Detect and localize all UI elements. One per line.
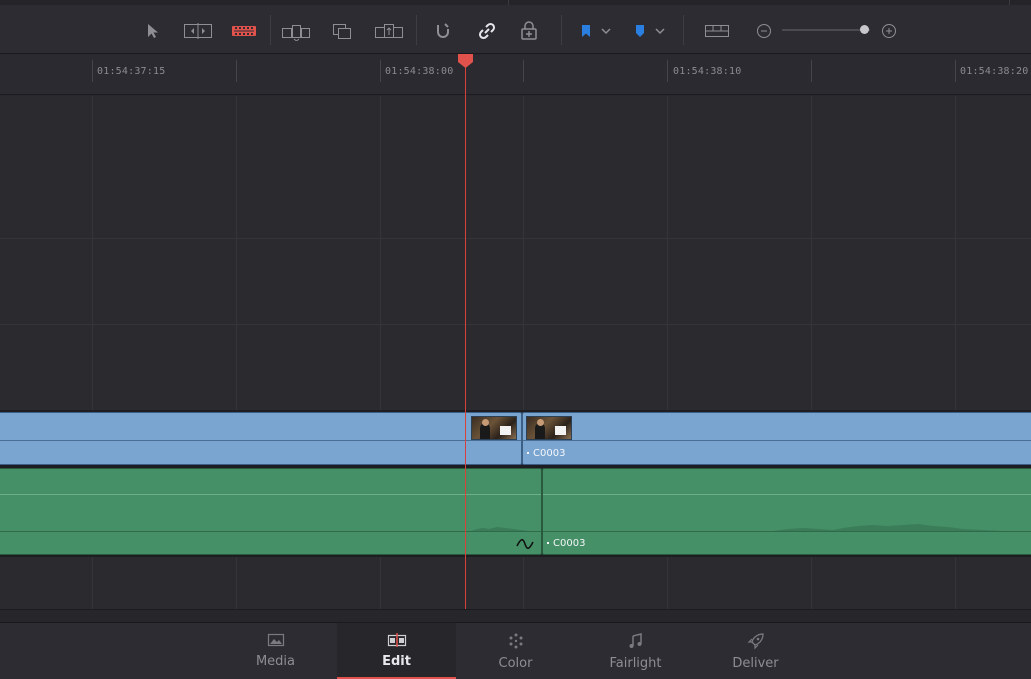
ruler-timecode: 01:54:38:20 <box>960 66 1029 77</box>
ruler-timecode: 01:54:38:10 <box>673 66 742 77</box>
insert-clip-button[interactable] <box>281 18 311 44</box>
media-page-icon <box>267 633 284 647</box>
trim-edit-mode-button[interactable] <box>183 18 213 44</box>
zoom-in-icon <box>882 24 896 38</box>
marker-icon <box>636 25 644 37</box>
deliver-page-icon <box>747 633 764 650</box>
ruler-tick <box>380 60 381 82</box>
zoom-slider-handle[interactable] <box>860 25 869 34</box>
audio-waveform <box>773 524 1003 531</box>
position-lock-button[interactable] <box>518 18 540 44</box>
page-tab-label: Media <box>255 654 296 669</box>
timeline-scroll-area[interactable] <box>0 609 1031 622</box>
video-clip[interactable]: C0003 <box>522 412 1031 465</box>
zoom-out-button[interactable] <box>755 18 773 44</box>
snapping-icon <box>437 23 449 38</box>
chevron-down-icon <box>601 28 611 35</box>
blade-edit-mode-button[interactable] <box>231 18 257 44</box>
page-tab-label: Fairlight <box>609 656 662 671</box>
snapping-button[interactable] <box>432 18 454 44</box>
clip-thumbnail <box>471 416 517 440</box>
page-tab-label: Color <box>498 656 533 671</box>
track-divider <box>0 238 1031 239</box>
audio-clip[interactable]: C0003 <box>542 468 1031 555</box>
page-tab-media[interactable]: Media <box>216 623 335 679</box>
selection-mode-button[interactable] <box>143 18 163 44</box>
audio-fade-curve-icon[interactable] <box>515 536 535 552</box>
timecode-ruler[interactable]: 01:54:37:15 01:54:38:00 01:54:38:10 01:5… <box>0 55 1031 95</box>
chevron-down-icon <box>655 28 665 35</box>
track-divider <box>0 324 1031 325</box>
overwrite-clip-button[interactable] <box>331 18 353 44</box>
ruler-tick <box>955 60 956 82</box>
clip-name: C0003 <box>527 448 565 459</box>
clip-divider <box>0 440 521 441</box>
toolbar-top-strip <box>0 0 1031 5</box>
clip-thumbnail <box>526 416 572 440</box>
page-tab-fairlight[interactable]: Fairlight <box>576 623 695 679</box>
panel-divider <box>508 0 509 5</box>
page-tab-label: Deliver <box>732 656 779 671</box>
flag-dropdown-button[interactable] <box>578 18 614 44</box>
insert-clip-icon <box>282 25 310 41</box>
ruler-timecode: 01:54:37:15 <box>97 66 166 77</box>
toolbar-separator <box>561 15 562 45</box>
overwrite-clip-icon <box>333 24 351 39</box>
replace-clip-button[interactable] <box>374 18 404 44</box>
timeline-view-options-icon <box>705 25 729 37</box>
playhead-handle-icon[interactable] <box>458 54 473 69</box>
page-tab-color[interactable]: Color <box>456 623 575 679</box>
toolbar-separator <box>416 15 417 45</box>
flag-icon <box>582 25 590 37</box>
trim-edit-mode-icon <box>184 23 212 39</box>
ruler-tick <box>236 60 237 82</box>
page-tab-deliver[interactable]: Deliver <box>696 623 815 679</box>
ruler-tick <box>811 60 812 82</box>
ruler-tick <box>667 60 668 82</box>
ruler-timecode: 01:54:38:00 <box>385 66 454 77</box>
toolbar-separator <box>270 15 271 45</box>
page-tab-edit[interactable]: Edit <box>337 623 456 679</box>
selection-mode-icon <box>148 24 158 38</box>
ruler-tick <box>92 60 93 82</box>
page-navigation-bar: Media Edit Color Fairlight Deliver <box>0 622 1031 679</box>
color-page-icon <box>509 633 522 649</box>
audio-waveform <box>471 527 529 531</box>
zoom-slider-track[interactable] <box>782 29 870 31</box>
clip-divider <box>523 440 1031 441</box>
video-clip[interactable] <box>0 412 522 465</box>
linked-selection-icon <box>478 22 496 40</box>
zoom-out-icon <box>757 24 771 38</box>
linked-selection-button[interactable] <box>476 18 498 44</box>
timeline-view-options-button[interactable] <box>704 18 730 44</box>
timeline-toolbar <box>0 0 1031 54</box>
marker-dropdown-button[interactable] <box>632 18 668 44</box>
playhead-line[interactable] <box>465 62 466 609</box>
clip-name: C0003 <box>547 538 585 549</box>
page-tab-label: Edit <box>382 654 411 669</box>
position-lock-icon <box>521 21 537 40</box>
replace-clip-icon <box>375 24 403 38</box>
fairlight-page-icon <box>629 633 642 648</box>
audio-clip[interactable] <box>0 468 542 555</box>
blade-edit-mode-icon <box>232 26 256 36</box>
zoom-in-button[interactable] <box>880 18 898 44</box>
ruler-tick <box>523 60 524 82</box>
toolbar-separator <box>683 15 684 45</box>
edit-page-icon <box>387 633 406 647</box>
panel-divider <box>1009 0 1010 5</box>
